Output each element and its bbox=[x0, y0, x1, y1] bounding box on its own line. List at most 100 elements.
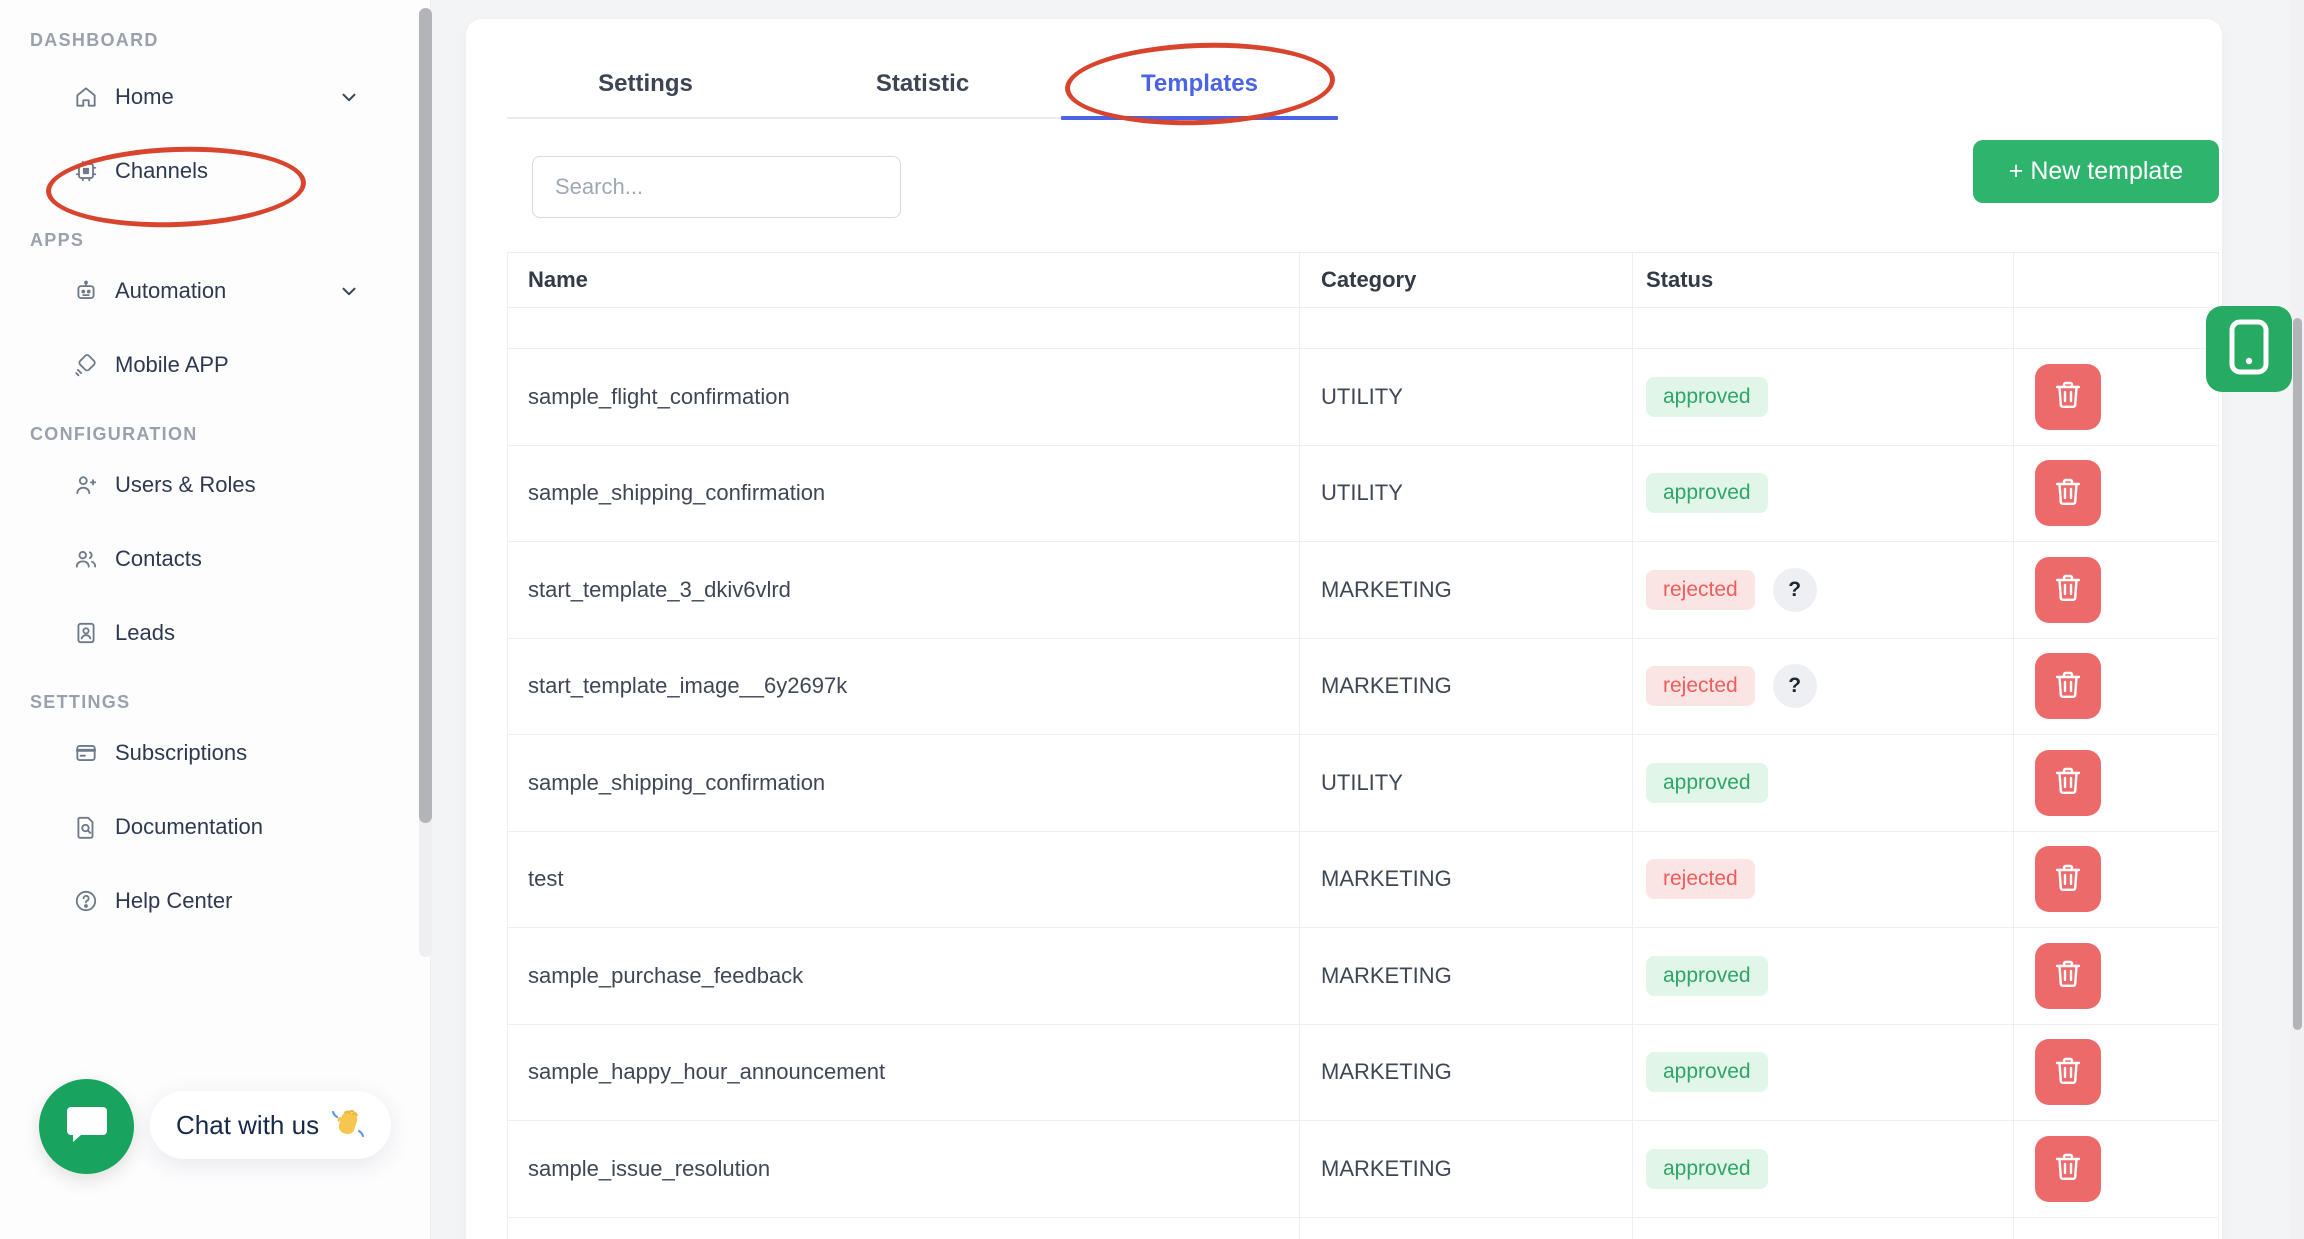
sidebar-scrollbar-thumb[interactable] bbox=[419, 8, 432, 823]
template-status-cell: approved bbox=[1633, 349, 2014, 445]
status-badge: rejected bbox=[1646, 859, 1755, 899]
delete-template-button[interactable] bbox=[2035, 1039, 2101, 1105]
tab-statistic[interactable]: Statistic bbox=[784, 51, 1061, 117]
template-category: MARKETING bbox=[1300, 639, 1633, 735]
template-actions-cell bbox=[2014, 928, 2218, 1024]
table-row: sample_flight_confirmation UTILITY appro… bbox=[508, 349, 2218, 446]
sidebar-item-mobile-app[interactable]: Mobile APP bbox=[0, 328, 430, 402]
table-row: sample_issue_resolution MARKETING approv… bbox=[508, 1121, 2218, 1218]
column-header-status: Status bbox=[1633, 253, 2014, 307]
trash-icon bbox=[2054, 477, 2082, 510]
table-row: test MARKETING rejected bbox=[508, 832, 2218, 929]
table-row: sample_shipping_confirmation UTILITY app… bbox=[508, 446, 2218, 543]
template-name: sample_shipping_confirmation bbox=[508, 446, 1300, 542]
active-tab-underline bbox=[1061, 116, 1338, 120]
trash-icon bbox=[2054, 863, 2082, 896]
status-badge: rejected bbox=[1646, 570, 1755, 610]
table-spacer-row bbox=[508, 308, 2218, 349]
chip-icon bbox=[73, 158, 99, 184]
trash-icon bbox=[2054, 670, 2082, 703]
status-badge: rejected bbox=[1646, 666, 1755, 706]
template-name: sample_happy_hour_announcement bbox=[508, 1025, 1300, 1121]
table-header-row: NameCategoryStatus bbox=[508, 253, 2218, 308]
trash-icon bbox=[2054, 1152, 2082, 1185]
template-category: MARKETING bbox=[1300, 1025, 1633, 1121]
sidebar-item-leads[interactable]: Leads bbox=[0, 596, 430, 670]
sidebar-item-label: Users & Roles bbox=[115, 472, 256, 498]
sidebar-section-label: DASHBOARD bbox=[30, 0, 430, 60]
delete-template-button[interactable] bbox=[2035, 364, 2101, 430]
chat-with-us-pill[interactable]: Chat with us bbox=[150, 1091, 391, 1159]
document-search-icon bbox=[73, 814, 99, 840]
trash-icon bbox=[2054, 766, 2082, 799]
new-template-button[interactable]: + New template bbox=[1973, 140, 2219, 203]
sidebar-item-users-roles[interactable]: Users & Roles bbox=[0, 448, 430, 522]
sidebar-section-label: CONFIGURATION bbox=[30, 402, 430, 448]
template-actions-cell bbox=[2014, 446, 2218, 542]
template-category: MARKETING bbox=[1300, 542, 1633, 638]
status-badge: approved bbox=[1646, 377, 1768, 417]
template-category: MARKETING bbox=[1300, 832, 1633, 928]
credit-card-icon bbox=[73, 740, 99, 766]
search-input[interactable] bbox=[532, 156, 901, 218]
table-row: start_template_3_dkiv6vlrd MARKETING rej… bbox=[508, 542, 2218, 639]
page-scrollbar-thumb[interactable] bbox=[2293, 318, 2302, 1030]
table-row: start_template_image__6y2697k MARKETING … bbox=[508, 639, 2218, 736]
tab-bar: Settings Statistic Templates bbox=[507, 51, 1338, 119]
delete-template-button[interactable] bbox=[2035, 460, 2101, 526]
sidebar-item-automation[interactable]: Automation bbox=[0, 254, 430, 328]
trash-icon bbox=[2054, 1056, 2082, 1089]
sidebar-item-contacts[interactable]: Contacts bbox=[0, 522, 430, 596]
template-name: start_template_image__6y2697k bbox=[508, 639, 1300, 735]
help-icon bbox=[73, 888, 99, 914]
template-status-cell: approved bbox=[1633, 446, 2014, 542]
table-row-partial bbox=[508, 1218, 2218, 1239]
template-name: start_template_3_dkiv6vlrd bbox=[508, 542, 1300, 638]
status-badge: approved bbox=[1646, 473, 1768, 513]
chevron-down-icon bbox=[338, 86, 360, 108]
delete-template-button[interactable] bbox=[2035, 750, 2101, 816]
mobile-preview-button[interactable] bbox=[2206, 306, 2292, 392]
mobile-app-icon bbox=[73, 352, 99, 378]
templates-table: NameCategoryStatus sample_flight_confirm… bbox=[507, 252, 2219, 1239]
sidebar-item-label: Documentation bbox=[115, 814, 263, 840]
sidebar-item-label: Leads bbox=[115, 620, 175, 646]
rejection-info-button[interactable]: ? bbox=[1773, 568, 1817, 612]
template-name: sample_purchase_feedback bbox=[508, 928, 1300, 1024]
tab-settings[interactable]: Settings bbox=[507, 51, 784, 117]
sidebar-item-documentation[interactable]: Documentation bbox=[0, 790, 430, 864]
tab-label: Statistic bbox=[876, 70, 969, 98]
template-status-cell: rejected ? bbox=[1633, 639, 2014, 735]
sidebar-item-subscriptions[interactable]: Subscriptions bbox=[0, 716, 430, 790]
table-row: sample_happy_hour_announcement MARKETING… bbox=[508, 1025, 2218, 1122]
waving-hand-icon bbox=[331, 1107, 365, 1144]
template-actions-cell bbox=[2014, 832, 2218, 928]
table-row: sample_shipping_confirmation UTILITY app… bbox=[508, 735, 2218, 832]
rejection-info-button[interactable]: ? bbox=[1773, 664, 1817, 708]
status-badge: approved bbox=[1646, 763, 1768, 803]
sidebar-item-channels[interactable]: Channels bbox=[0, 134, 430, 208]
column-header-name: Name bbox=[508, 253, 1300, 307]
template-category: MARKETING bbox=[1300, 1121, 1633, 1217]
column-header-actions bbox=[2014, 253, 2218, 307]
tab-label: Settings bbox=[598, 70, 693, 98]
chat-launcher-button[interactable] bbox=[39, 1079, 134, 1174]
delete-template-button[interactable] bbox=[2035, 653, 2101, 719]
sidebar: DASHBOARDHomeChannelsAPPSAutomationMobil… bbox=[0, 0, 431, 1239]
sidebar-item-home[interactable]: Home bbox=[0, 60, 430, 134]
trash-icon bbox=[2054, 959, 2082, 992]
template-status-cell: approved bbox=[1633, 1025, 2014, 1121]
trash-icon bbox=[2054, 573, 2082, 606]
delete-template-button[interactable] bbox=[2035, 557, 2101, 623]
template-actions-cell bbox=[2014, 542, 2218, 638]
template-actions-cell bbox=[2014, 349, 2218, 445]
sidebar-item-help-center[interactable]: Help Center bbox=[0, 864, 430, 938]
template-status-cell: rejected bbox=[1633, 832, 2014, 928]
sidebar-section-label: SETTINGS bbox=[30, 670, 430, 716]
delete-template-button[interactable] bbox=[2035, 1136, 2101, 1202]
tab-templates[interactable]: Templates bbox=[1061, 51, 1338, 117]
template-name: sample_shipping_confirmation bbox=[508, 735, 1300, 831]
delete-template-button[interactable] bbox=[2035, 846, 2101, 912]
delete-template-button[interactable] bbox=[2035, 943, 2101, 1009]
status-badge: approved bbox=[1646, 956, 1768, 996]
